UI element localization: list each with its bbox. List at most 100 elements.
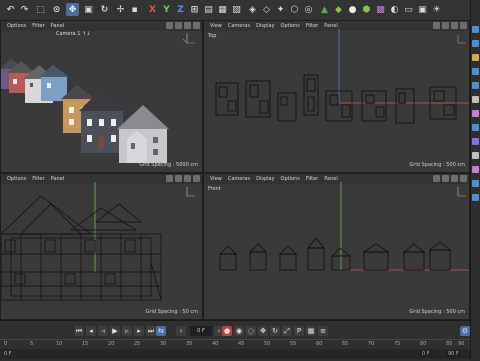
right-tool-palette [470,0,480,360]
knife-tool-icon[interactable] [472,54,479,61]
next-key-icon[interactable]: ▸ [134,326,144,336]
pen-icon[interactable]: ● [346,3,359,16]
move-tool-icon[interactable] [472,40,479,47]
model-mode-icon[interactable]: ✢ [114,3,127,16]
house-model-7 [117,105,169,163]
sculpt-tool-icon[interactable] [472,166,479,173]
ruler-tick: 15 [82,341,89,347]
start-frame-field[interactable]: 0 F [4,351,12,357]
play-icon[interactable]: ▶ [110,326,120,336]
ruler-tick: 20 [108,341,115,347]
triangle-icon[interactable]: ▲ [318,3,331,16]
camera-icon[interactable]: ▣ [416,3,429,16]
axis-gizmo [186,187,195,197]
z-axis-button[interactable]: Z [174,3,187,16]
top-viewport[interactable]: View Cameras Display Options Filter Panel Top… [203,20,470,173]
autokey-icon[interactable]: ◉ [234,326,244,336]
cube-icon[interactable]: ◆ [332,3,345,16]
right-scene [1,182,195,301]
paint-tool-icon[interactable] [472,180,479,187]
redo-icon[interactable]: ↷ [18,3,31,16]
timeline-settings-icon[interactable]: ⚙ [460,326,470,336]
render-settings-icon[interactable]: ▧ [230,3,243,16]
grid-spacing-label: Grid Spacing : 5000 cm [139,162,198,168]
current-frame-field[interactable]: 0 F [190,326,212,336]
render-picture-icon[interactable]: ▦ [216,3,229,16]
move-icon[interactable]: ✥ [66,3,79,16]
object-mode-icon[interactable]: ▪ [128,3,141,16]
ruler-tick: 55 [290,341,297,347]
keyframe-selection-icon[interactable]: ◌ [246,326,256,336]
loop-icon[interactable]: ⇆ [156,326,166,336]
frame-down-icon[interactable]: ‹ [176,326,186,336]
axis-gizmo [182,33,195,44]
floor-icon[interactable]: ▭ [402,3,415,16]
wireframe-houses [1,195,162,301]
undo-icon[interactable]: ↶ [4,3,17,16]
ruler-tick: 25 [134,341,141,347]
ruler-tick: 30 [160,341,167,347]
ruler-tick: 40 [212,341,219,347]
brush-tool-icon[interactable] [472,110,479,117]
render-view-icon[interactable]: ▤ [202,3,215,16]
mirror-tool-icon[interactable] [472,138,479,145]
live-select-icon[interactable]: ⊙ [50,3,63,16]
coordinate-system-icon[interactable]: ⊞ [188,3,201,16]
rotation-key-icon[interactable]: ↻ [270,326,280,336]
ruler-tick: 90 [458,341,465,347]
magnet-tool-icon[interactable] [472,124,479,131]
previous-frame-icon[interactable]: ◃ [98,326,108,336]
ruler-tick: 65 [342,341,349,347]
light-icon[interactable]: ☀ [430,3,443,16]
perspective-viewport[interactable]: Options Filter Panel Camera 1 ↑↓ Grid Spac… [0,20,203,173]
grid-spacing-label: Grid Spacing : 500 cm [409,162,465,168]
go-to-end-icon[interactable]: ⏭ [146,326,156,336]
parameter-key-icon[interactable]: P [294,326,304,336]
front-viewport[interactable]: View Cameras Display Options Filter Panel Fro… [203,173,470,320]
bevel-tool-icon[interactable] [472,82,479,89]
end-frame-field[interactable]: 90 F [446,351,461,357]
array-icon[interactable]: ▩ [374,3,387,16]
ruler-tick: 45 [238,341,245,347]
polygon-mode-icon[interactable]: ◈ [246,3,259,16]
previous-key-icon[interactable]: ◂ [86,326,96,336]
selection-tool-icon[interactable] [472,26,479,33]
position-key-icon[interactable]: ✥ [258,326,268,336]
edge-mode-icon[interactable]: ◇ [260,3,273,16]
go-to-start-icon[interactable]: ⏮ [74,326,84,336]
deformer-icon[interactable]: ◐ [388,3,401,16]
top-scene [215,29,469,124]
scale-icon[interactable]: ▣ [82,3,95,16]
bridge-tool-icon[interactable] [472,96,479,103]
scale-key-icon[interactable]: ⤢ [282,326,292,336]
select-icon[interactable]: ⬚ [34,3,47,16]
range-bar[interactable] [0,349,470,359]
rotate-icon[interactable]: ↻ [98,3,111,16]
workplane-icon[interactable]: ◎ [302,3,315,16]
ruler-tick: 10 [56,341,63,347]
elevations [219,237,452,271]
uv-tool-icon[interactable] [472,194,479,201]
axis-gizmo [457,35,466,44]
main-toolbar: ↶ ↷ ⬚ ⊙ ✥ ▣ ↻ ✢ ▪ X Y Z ⊞ ▤ ▦ ▧ ◈ ◇ ✦ ⬡ … [0,0,480,21]
record-icon[interactable]: ● [222,326,232,336]
front-scene [219,182,469,271]
timeline-menu-icon[interactable]: ≡ [318,326,328,336]
texture-mode-icon[interactable]: ⬡ [288,3,301,16]
weld-tool-icon[interactable] [472,152,479,159]
ruler-tick: 70 [368,341,375,347]
min-frame-field[interactable]: 0 F [420,351,432,357]
axis-gizmo [457,187,466,197]
ruler-tick: 35 [186,341,193,347]
floorplans [215,74,457,124]
subdivision-icon[interactable]: ⬢ [360,3,373,16]
y-axis-button[interactable]: Y [160,3,173,16]
x-axis-button[interactable]: X [146,3,159,16]
pla-key-icon[interactable]: ▦ [306,326,316,336]
right-viewport[interactable]: Options Filter Panel Grid Spacing : 50 cm [0,173,203,320]
extrude-tool-icon[interactable] [472,68,479,75]
next-frame-icon[interactable]: ▹ [122,326,132,336]
grid-spacing-label: Grid Spacing : 50 cm [145,309,198,315]
ruler-tick: 0 [4,341,8,347]
point-mode-icon[interactable]: ✦ [274,3,287,16]
